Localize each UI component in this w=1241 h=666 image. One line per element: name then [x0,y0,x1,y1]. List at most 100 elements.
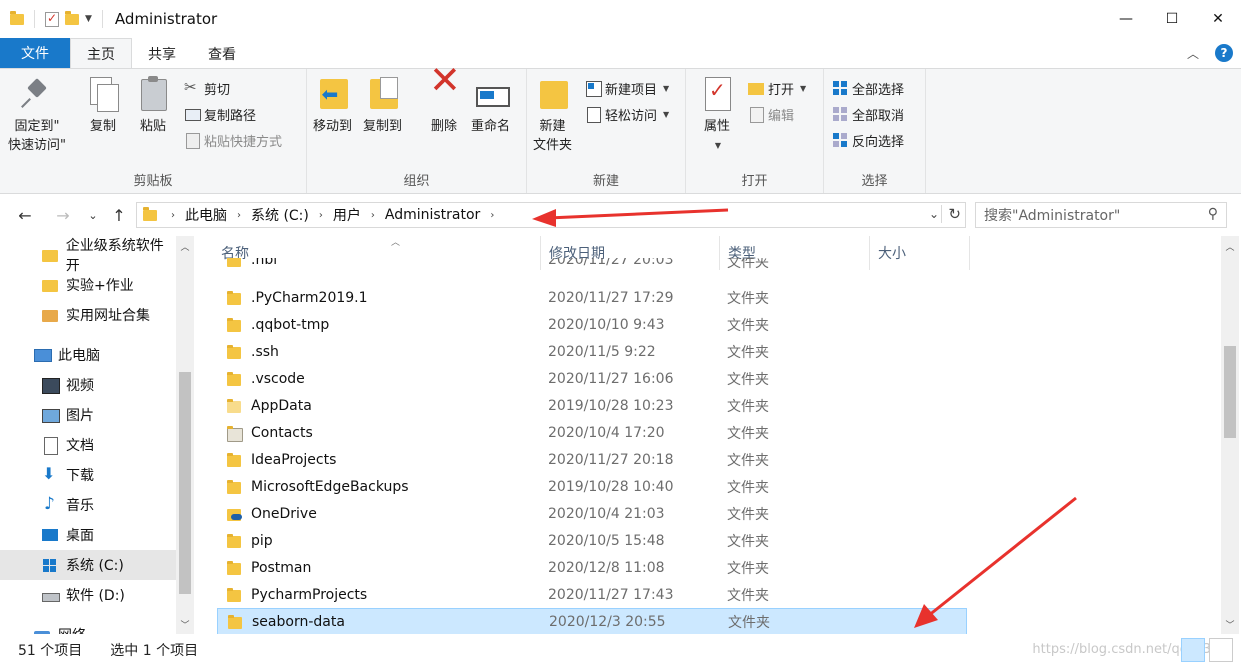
chevron-down-icon: ▼ [800,83,807,93]
breadcrumb-this-pc[interactable]: 此电脑 [179,205,233,225]
table-row[interactable]: IdeaProjects 2020/11/27 20:18 文件夹 [217,446,967,473]
new-folder-button[interactable]: 新建 文件夹 [533,75,572,155]
refresh-icon[interactable]: ↻ [941,205,961,223]
file-type: 文件夹 [727,290,769,307]
delete-button[interactable]: 删除 [427,71,461,136]
scroll-up-chevron-icon[interactable]: ︿ [1221,240,1239,253]
easy-access-button[interactable]: 轻松访问 ▼ [585,103,669,125]
sidebar-item-network[interactable]: 网络 [0,620,176,634]
sidebar-item-label: 桌面 [66,528,94,544]
new-folder-quick-icon[interactable] [65,10,79,25]
table-row[interactable]: MicrosoftEdgeBackups 2019/10/28 10:40 文件… [217,473,967,500]
tab-share[interactable]: 共享 [132,40,192,68]
paste-shortcut-button[interactable]: 粘贴快捷方式 [184,129,282,151]
address-bar[interactable]: › 此电脑 › 系统 (C:) › 用户 › Administrator › ⌄… [136,202,966,228]
pc-icon [34,347,52,363]
edit-button[interactable]: 编辑 [748,103,794,125]
sidebar-item-enterprise-folder[interactable]: 企业级系统软件开 [0,238,176,274]
video-icon [42,377,60,394]
details-view-icon[interactable] [1181,638,1205,662]
maximize-button[interactable]: ☐ [1149,0,1195,38]
scroll-down-chevron-icon[interactable]: ﹀ [176,618,194,631]
table-row[interactable]: Contacts 2020/10/4 17:20 文件夹 [217,419,967,446]
sidebar-item-useful-links[interactable]: 实用网址合集 [0,300,176,330]
sidebar-scrollbar[interactable]: ︿ ﹀ [176,236,194,634]
breadcrumb-chevron-icon[interactable]: › [315,210,327,221]
properties-button[interactable]: 属性 ▼ [700,75,734,155]
pin-quick-access-button[interactable]: 固定到" 快速访问" [8,75,66,155]
paste-button[interactable]: 粘贴 [136,75,170,136]
breadcrumb-chevron-icon[interactable]: › [486,210,498,221]
pin-icon [20,75,54,113]
clipboard-group: 固定到" 快速访问" 复制 粘贴 剪切 复制路径 粘贴快捷方式 剪贴板 [0,69,307,193]
search-input[interactable]: 搜索"Administrator" ⚲ [975,202,1227,228]
select-none-button[interactable]: 全部取消 [832,103,904,125]
minimize-button[interactable]: — [1103,0,1149,38]
breadcrumb-chevron-icon[interactable]: › [367,210,379,221]
sidebar-item-desktop[interactable]: 桌面 [0,520,176,550]
folder-icon [227,258,241,267]
open-button[interactable]: 打开 ▼ [748,77,806,99]
new-folder-icon [536,75,570,113]
table-row[interactable]: .vscode 2020/11/27 16:06 文件夹 [217,365,967,392]
back-arrow-icon[interactable]: ← [14,204,36,226]
properties-quick-icon[interactable] [45,11,59,27]
invert-selection-label: 反向选择 [852,134,905,150]
table-row[interactable]: .qqbot-tmp 2020/10/10 9:43 文件夹 [217,311,967,338]
rename-button[interactable]: 重命名 [471,75,510,136]
sidebar-item-downloads[interactable]: 下载 [0,460,176,490]
select-all-button[interactable]: 全部选择 [832,77,904,99]
table-row-selected[interactable]: seaborn-data 2020/12/3 20:55 文件夹 [217,608,967,634]
tab-home[interactable]: 主页 [70,38,132,68]
breadcrumb-chevron-icon[interactable]: › [233,210,245,221]
sidebar-item-music[interactable]: 音乐 [0,490,176,520]
table-row[interactable]: OneDrive 2020/10/4 21:03 文件夹 [217,500,967,527]
sidebar-scroll-thumb[interactable] [179,372,191,594]
sidebar-item-software-d[interactable]: 软件 (D:) [0,580,176,610]
tab-file[interactable]: 文件 [0,38,70,68]
sidebar-item-videos[interactable]: 视频 [0,370,176,400]
move-to-button[interactable]: 移动到 [313,75,352,136]
search-icon[interactable]: ⚲ [1208,206,1218,222]
table-row[interactable]: .PyCharm2019.1 2020/11/27 17:29 文件夹 [217,284,967,311]
help-icon[interactable]: ? [1215,44,1233,62]
file-name: .qqbot-tmp [251,316,330,333]
forward-arrow-icon[interactable]: → [52,204,74,226]
file-list-scrollbar[interactable]: ︿ ﹀ [1221,236,1239,634]
copy-to-button[interactable]: 复制到 [363,75,402,136]
address-dropdown-chevron-icon[interactable]: ⌄ [929,207,939,221]
new-item-button[interactable]: 新建项目 ▼ [585,77,669,99]
sidebar-item-pictures[interactable]: 图片 [0,400,176,430]
breadcrumb-chevron-icon[interactable]: › [167,210,179,221]
tab-view[interactable]: 查看 [192,40,252,68]
breadcrumb-system-c[interactable]: 系统 (C:) [245,205,315,225]
file-list-scroll-thumb[interactable] [1224,346,1236,438]
large-icons-view-icon[interactable] [1209,638,1233,662]
copy-path-button[interactable]: 复制路径 [184,103,256,125]
scroll-up-chevron-icon[interactable]: ︿ [176,240,194,253]
cut-button[interactable]: 剪切 [184,77,230,99]
sidebar-item-system-c[interactable]: 系统 (C:) [0,550,176,580]
table-row[interactable]: AppData 2019/10/28 10:23 文件夹 [217,392,967,419]
search-placeholder: 搜索"Administrator" [984,208,1121,224]
copy-button[interactable]: 复制 [86,75,120,136]
table-row[interactable]: Postman 2020/12/8 11:08 文件夹 [217,554,967,581]
table-row[interactable]: .ssh 2020/11/5 9:22 文件夹 [217,338,967,365]
invert-selection-button[interactable]: 反向选择 [832,129,904,151]
collapse-ribbon-chevron-icon[interactable]: ︿ [1187,45,1199,62]
sidebar-item-experiments[interactable]: 实验+作业 [0,270,176,300]
customize-toolbar-chevron-icon[interactable]: ▼ [85,14,92,24]
up-arrow-icon[interactable]: ↑ [108,204,130,226]
scroll-down-chevron-icon[interactable]: ﹀ [1221,618,1239,631]
file-date: 2020/12/3 20:55 [549,613,666,630]
sidebar-item-this-pc[interactable]: 此电脑 [0,340,176,370]
close-button[interactable]: ✕ [1195,0,1241,38]
breadcrumb-users[interactable]: 用户 [327,205,367,225]
table-row[interactable]: pip 2020/10/5 15:48 文件夹 [217,527,967,554]
open-label: 打开 [768,82,795,98]
table-row[interactable]: PycharmProjects 2020/11/27 17:43 文件夹 [217,581,967,608]
recent-locations-chevron-icon[interactable]: ⌄ [82,204,104,226]
table-row[interactable]: .hbi 2020/11/27 20:03 文件夹 [217,258,967,272]
sidebar-item-documents[interactable]: 文档 [0,430,176,460]
breadcrumb-administrator[interactable]: Administrator [379,207,486,223]
